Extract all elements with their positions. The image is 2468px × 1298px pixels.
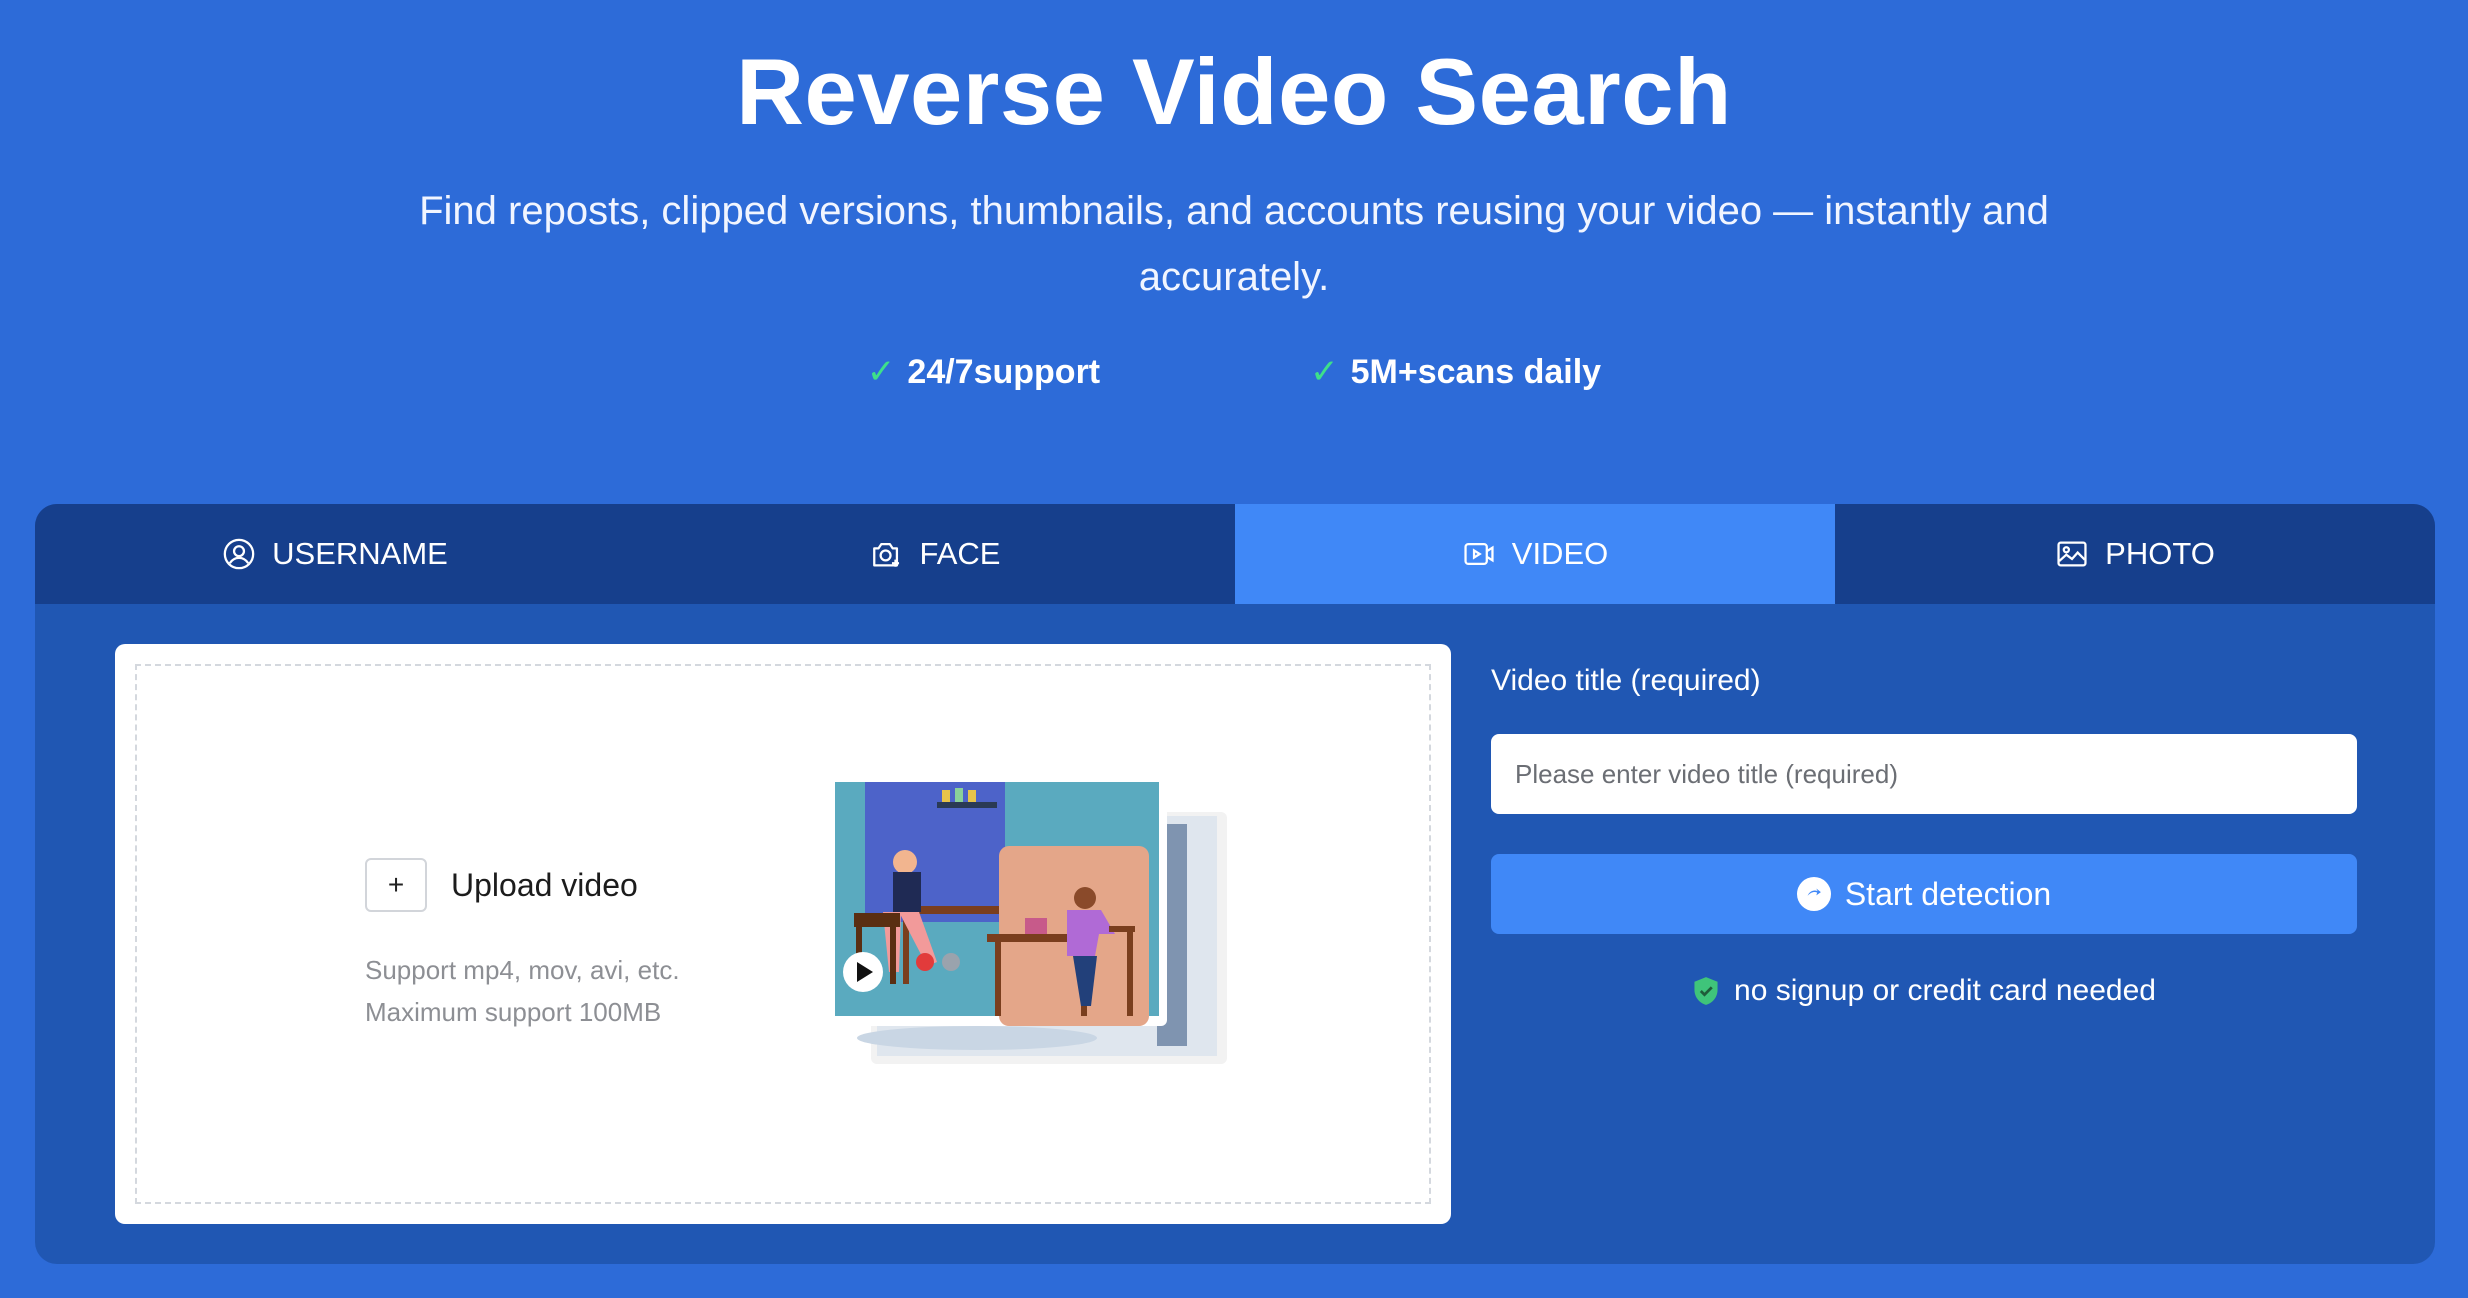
tab-face[interactable]: FACE [635,504,1235,604]
feature-scans: ✓ 5M+scans daily [1310,352,1601,392]
tab-label: USERNAME [272,536,448,571]
check-icon: ✓ [1310,353,1339,391]
upload-video-button[interactable]: + Upload video [365,858,638,912]
user-circle-icon [223,538,255,570]
tab-photo[interactable]: PHOTO [1835,504,2435,604]
tab-username[interactable]: USERNAME [35,504,635,604]
feature-list: ✓ 24/7support ✓ 5M+scans daily [0,352,2468,392]
video-form: Video title (required) Start detection n… [1491,664,2357,1008]
page-title: Reverse Video Search [736,39,1732,144]
feature-label: 5M+scans daily [1350,352,1602,391]
format-hint: Support mp4, mov, avi, etc. [365,955,680,985]
feature-label: 24/7support [907,352,1101,391]
tab-video[interactable]: VIDEO [1235,504,1835,604]
video-dropzone[interactable]: + Upload video Support mp4, mov, avi, et… [135,664,1431,1204]
check-icon: ✓ [866,353,896,391]
upload-card: + Upload video Support mp4, mov, avi, et… [115,644,1451,1224]
plus-icon[interactable]: + [365,858,427,912]
start-detection-label: Start detection [1844,875,2052,912]
shield-check-icon [1694,977,1718,1005]
upload-label[interactable]: Upload video [451,867,638,904]
signup-note: no signup or credit card needed [1491,974,2357,1008]
search-panel: USERNAME FACE VIDEO PHOTO + Upload video [35,504,2435,1264]
video-title-input[interactable] [1491,734,2357,814]
tab-label: FACE [919,536,1001,571]
signup-note-text: no signup or credit card needed [1734,974,2156,1007]
search-type-tabs: USERNAME FACE VIDEO PHOTO [35,504,2435,604]
start-detection-button[interactable]: Start detection [1491,854,2357,934]
video-title-label: Video title (required) [1491,664,1761,697]
video-icon [1464,542,1494,566]
tab-label: PHOTO [2105,536,2215,571]
arrow-circle-icon [1796,877,1831,911]
face-scan-icon [872,542,899,567]
size-hint: Maximum support 100MB [365,997,662,1027]
page-subtitle: Find reposts, clipped versions, thumbnai… [419,189,2049,299]
tab-label: VIDEO [1511,536,1609,571]
feature-support: ✓ 24/7support [867,352,1100,392]
video-call-illustration [827,776,1227,1066]
image-icon [2057,541,2087,567]
